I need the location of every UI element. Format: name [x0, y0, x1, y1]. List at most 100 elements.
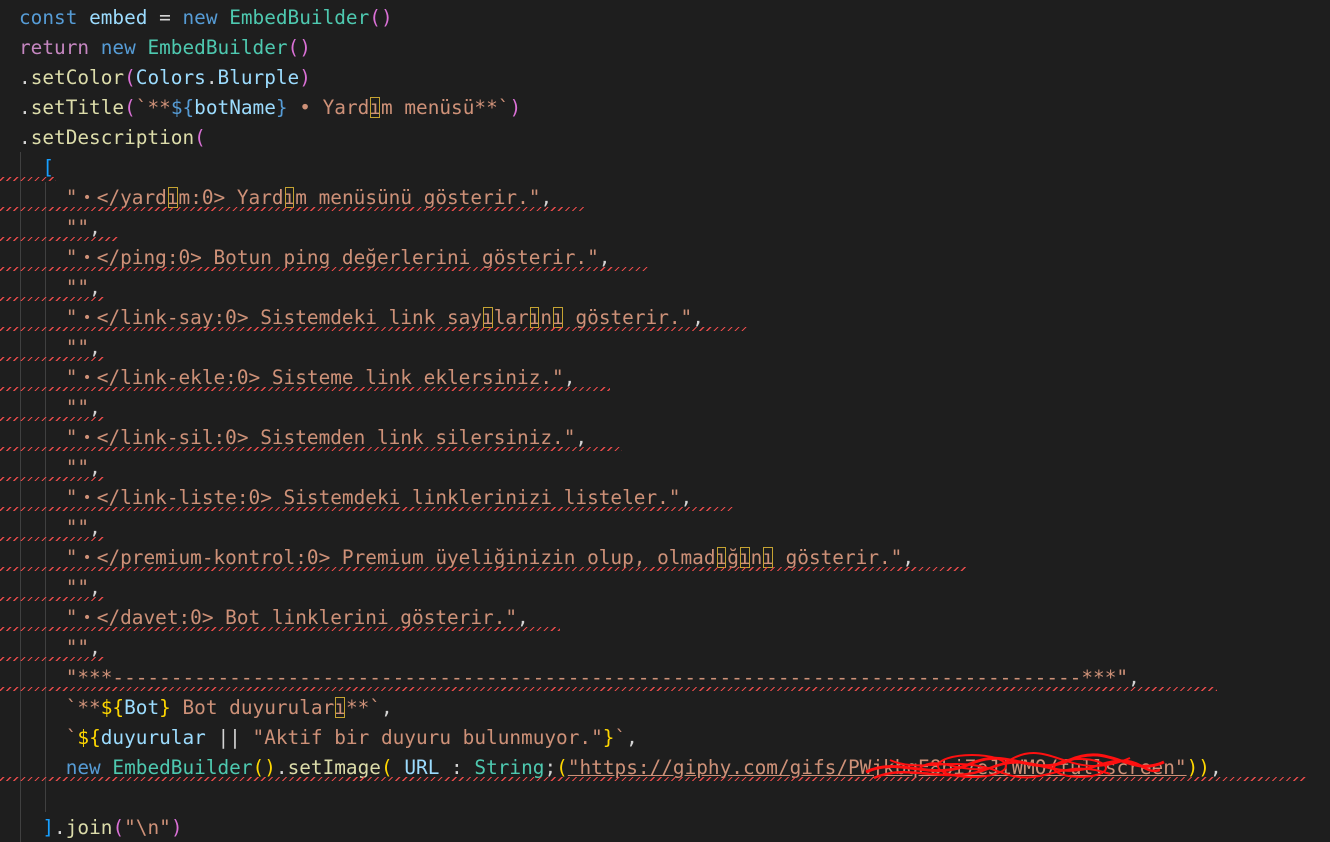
code-token: (	[112, 816, 125, 839]
code-token: return	[19, 36, 90, 59]
code-token: "\n"	[124, 816, 171, 839]
error-squiggle	[0, 177, 56, 181]
code-line[interactable]: ].join("\n")	[19, 813, 182, 842]
code-line[interactable]: return new EmbedBuilder()	[19, 33, 311, 63]
error-squiggle	[0, 417, 104, 421]
code-token: new	[100, 36, 136, 59]
code-token: ,	[626, 726, 638, 749]
code-token: ,	[1128, 666, 1140, 689]
error-squiggle	[0, 327, 747, 331]
error-squiggle	[0, 507, 734, 511]
code-token: ""	[65, 396, 90, 419]
code-line[interactable]: const embed = new EmbedBuilder()	[19, 3, 393, 33]
code-token: ""	[65, 216, 90, 239]
code-token: ı	[715, 546, 728, 569]
code-token: ()	[369, 6, 393, 29]
error-squiggle	[0, 537, 104, 541]
code-token: ı	[334, 696, 346, 719]
code-token: `**	[135, 96, 171, 119]
code-token: ,	[598, 246, 611, 269]
code-token: `	[614, 726, 627, 749]
code-token: • Yard	[287, 96, 370, 119]
code-token: ""	[65, 336, 90, 359]
code-editor[interactable]: const embed = new EmbedBuilder() return n…	[0, 0, 1330, 842]
error-squiggle	[0, 297, 104, 301]
code-token: setColor	[30, 66, 125, 89]
code-token: [	[42, 156, 55, 179]
code-token: const	[19, 6, 78, 29]
redaction-scribble	[865, 752, 1165, 780]
code-token: )	[299, 66, 311, 89]
code-line[interactable]: .setTitle(`**${botName} • Yardım menüsü*…	[19, 93, 521, 123]
code-token: setDescription	[30, 126, 195, 149]
code-token: ,	[89, 396, 101, 419]
code-token: .	[19, 96, 31, 119]
code-token: ,	[89, 216, 101, 239]
code-token: EmbedBuilder	[229, 6, 370, 29]
code-token: }	[602, 726, 615, 749]
code-token: ,	[380, 696, 393, 719]
code-token: join	[65, 816, 113, 839]
code-token: (	[124, 96, 136, 119]
code-token: "Aktif bir duyuru bulunmuyor."	[252, 726, 603, 749]
code-line[interactable]: .setDescription(	[19, 123, 206, 153]
code-line[interactable]: `**${Bot} Bot duyuruları**`,	[19, 693, 393, 723]
code-token: ,	[563, 366, 576, 389]
code-token: m:0> Yard	[178, 186, 284, 209]
error-squiggle	[0, 477, 104, 481]
code-token: Blurple	[217, 66, 300, 89]
code-token: "・</yard	[65, 186, 167, 209]
error-squiggle	[0, 357, 104, 361]
code-token: lar	[493, 306, 529, 329]
code-token: }	[159, 696, 171, 719]
error-squiggle	[0, 657, 104, 661]
code-token: "・</link-ekle:0> Sisteme link eklersiniz…	[65, 366, 564, 389]
error-squiggle	[0, 387, 610, 391]
code-token: (	[194, 126, 206, 149]
code-token: ,	[89, 276, 101, 299]
code-token: ,	[1209, 756, 1222, 779]
code-token: n	[540, 306, 553, 329]
code-token: m menüsünü gösterir."	[295, 186, 541, 209]
code-token: ()	[252, 756, 276, 779]
code-token: **`	[345, 696, 381, 719]
error-squiggle	[0, 447, 622, 451]
code-token: ""	[65, 636, 90, 659]
code-line[interactable]: .setColor(Colors.Blurple)	[19, 63, 311, 93]
code-token: setTitle	[30, 96, 125, 119]
code-token: :	[439, 756, 475, 779]
code-token: ,	[540, 186, 553, 209]
code-token: Bot	[124, 696, 160, 719]
code-token: `	[65, 726, 78, 749]
code-token: URL	[404, 756, 440, 779]
code-token: ||	[205, 726, 253, 749]
code-token: EmbedBuilder	[112, 756, 253, 779]
code-line[interactable]: `${duyurular || "Aktif bir duyuru bulunm…	[19, 723, 638, 753]
code-token: ]	[42, 816, 55, 839]
code-token: ${	[100, 696, 125, 719]
error-squiggle	[0, 627, 560, 631]
code-token: .	[54, 816, 66, 839]
code-token: ğ	[727, 546, 739, 569]
code-token: .	[275, 756, 288, 779]
code-token: `**	[65, 696, 101, 719]
code-token: ,	[89, 576, 101, 599]
code-token: (	[124, 66, 136, 89]
code-token: ı	[738, 546, 751, 569]
code-token: ""	[65, 276, 90, 299]
code-token: String	[474, 756, 545, 779]
error-squiggle	[0, 237, 118, 241]
